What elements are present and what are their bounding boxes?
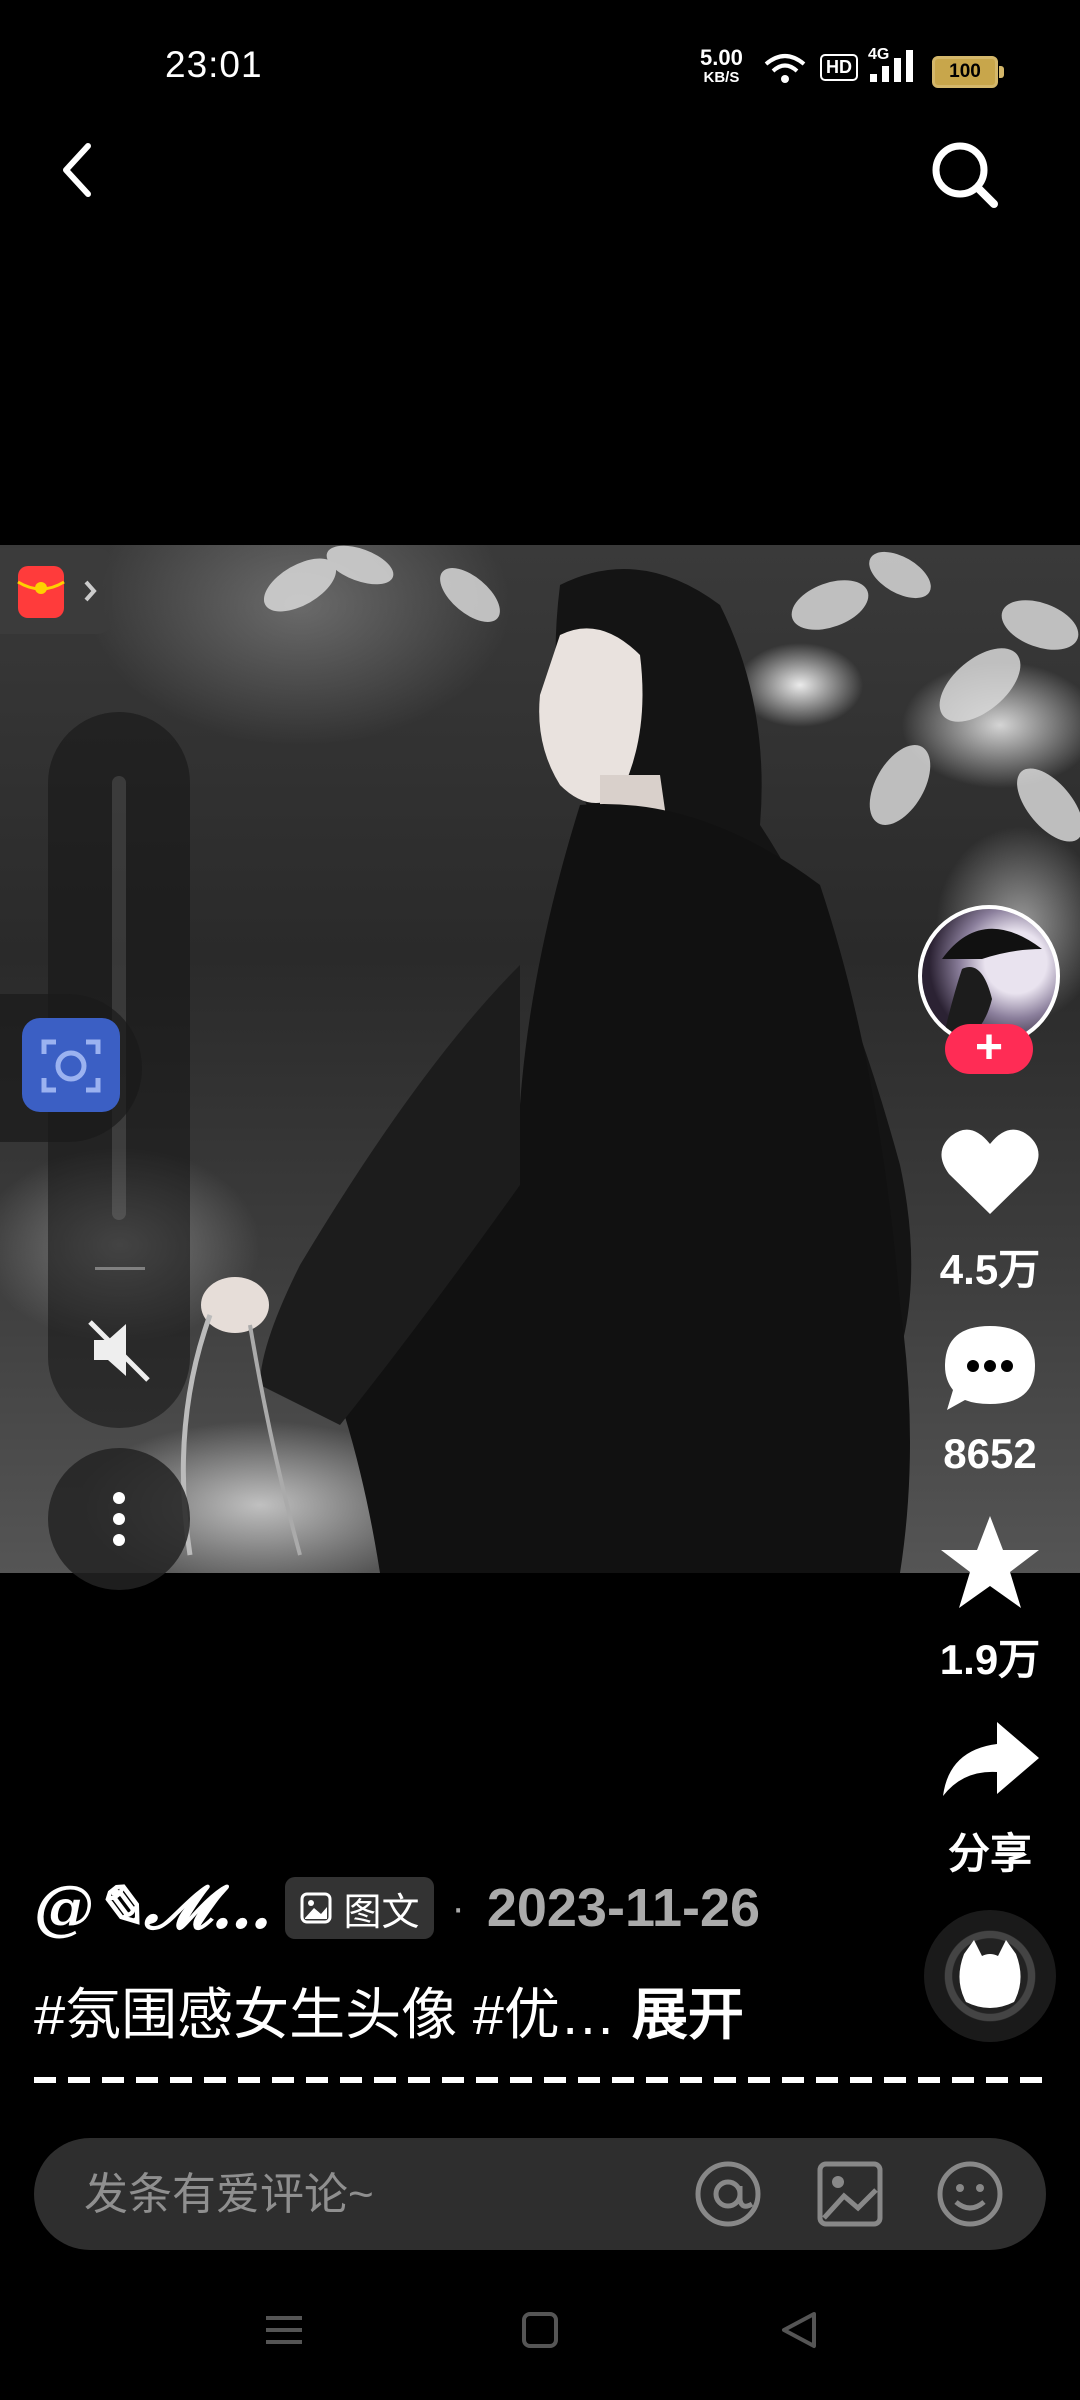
volume-slider[interactable]	[112, 776, 126, 1220]
divider	[95, 1267, 145, 1270]
expand-link[interactable]: 展开	[632, 1983, 744, 2046]
red-packet-tab[interactable]	[0, 548, 112, 634]
search-icon	[932, 142, 998, 208]
mute-button[interactable]	[80, 1310, 160, 1390]
favorite-button[interactable]	[935, 1512, 1045, 1617]
caption-text[interactable]: #氛围感女生头像 #优…	[34, 1983, 616, 2046]
like-count: 4.5万	[939, 1246, 1041, 1293]
battery-indicator: 100	[932, 56, 1004, 88]
mention-button[interactable]	[690, 2156, 766, 2232]
screenshot-button[interactable]	[22, 1018, 120, 1112]
image-button[interactable]	[812, 2156, 888, 2232]
follow-plus: +	[974, 1021, 1004, 1074]
net-speed-unit: KB/S	[703, 69, 740, 86]
more-options-button[interactable]	[48, 1448, 190, 1590]
share-label: 分享	[947, 1830, 1032, 1877]
author-row: @✎𝓜… 图文 · 2023-11-26	[34, 1868, 760, 1948]
system-menu-button[interactable]	[254, 2300, 314, 2360]
comment-button[interactable]	[935, 1318, 1045, 1423]
system-back-button[interactable]	[770, 2300, 830, 2360]
comment-input[interactable]	[82, 2160, 646, 2230]
net-speed: 5.00 KB/S	[700, 45, 743, 88]
like-button[interactable]	[935, 1122, 1045, 1227]
favorite-count: 1.9万	[939, 1636, 1041, 1683]
screenshot-icon	[41, 1039, 101, 1093]
post-date: 2023-11-26	[486, 1878, 761, 1938]
comment-icon	[945, 1326, 1035, 1410]
author-name[interactable]: @✎𝓜…	[34, 1873, 271, 1943]
heart-icon	[941, 1129, 1039, 1214]
star-icon	[941, 1516, 1039, 1608]
mute-icon	[88, 1320, 150, 1382]
chevron-left-icon	[63, 143, 91, 197]
menu-icon	[266, 2316, 302, 2344]
hd-badge: HD	[820, 54, 858, 81]
back-triangle-icon	[782, 2312, 816, 2348]
status-time: 23:01	[165, 44, 263, 85]
emoji-button[interactable]	[932, 2156, 1008, 2232]
emoji-icon	[937, 2161, 1003, 2227]
cat-icon	[959, 1940, 1021, 2008]
back-button[interactable]	[50, 130, 110, 210]
red-packet-icon	[17, 566, 97, 618]
content-type-label: 图文	[343, 1891, 420, 1934]
home-square-icon	[522, 2312, 558, 2348]
system-home-button[interactable]	[510, 2300, 570, 2360]
share-button[interactable]	[935, 1708, 1045, 1813]
signal-icon	[870, 50, 913, 82]
content-type-badge: 图文	[285, 1877, 434, 1939]
music-disc[interactable]	[924, 1910, 1056, 2042]
at-icon	[695, 2161, 761, 2227]
wifi-icon	[764, 54, 806, 83]
image-text-icon	[300, 1892, 332, 1924]
search-button[interactable]	[920, 130, 1010, 220]
more-vertical-icon	[113, 1492, 125, 1546]
date-separator: ·	[451, 1885, 465, 1930]
comment-count: 8652	[943, 1430, 1037, 1477]
net-speed-value: 5.00	[700, 45, 743, 70]
image-icon	[817, 2161, 883, 2227]
caption: #氛围感女生头像 #优… 展开	[34, 1970, 744, 2051]
carousel-progress[interactable]	[34, 2077, 1044, 2083]
share-arrow-icon	[943, 1722, 1039, 1796]
follow-button[interactable]: +	[945, 1024, 1033, 1074]
